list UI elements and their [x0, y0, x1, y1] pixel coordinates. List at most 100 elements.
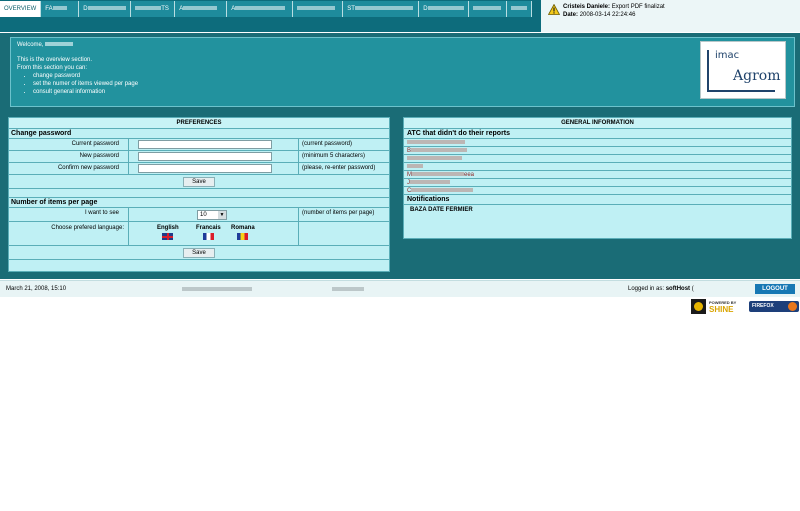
tab-9[interactable] — [469, 1, 508, 17]
firefox-badge-label: FIREFOX — [752, 303, 774, 309]
items-per-page-select[interactable]: 10 ▼ — [197, 210, 227, 220]
tab-1[interactable]: FA — [41, 1, 80, 17]
tab-10[interactable] — [507, 1, 533, 17]
preferences-title: PREFERENCES — [9, 118, 389, 129]
preferences-panel: PREFERENCES Change password Current pass… — [8, 117, 390, 272]
save-preferences-button[interactable]: Save — [183, 248, 215, 258]
welcome-line-1: This is the overview section. — [17, 57, 93, 63]
notice-author: Cristeis Daniele: — [563, 4, 611, 10]
current-password-row: Current password (current password) — [9, 139, 389, 151]
atc-row[interactable] — [404, 155, 791, 163]
tab-3[interactable]: TS — [131, 1, 176, 17]
tab-7-label: ST — [347, 6, 355, 12]
tab-overview[interactable]: OVERVIEW — [0, 1, 42, 17]
atc-row-suffix: eea — [464, 172, 475, 178]
tab-5[interactable]: A — [227, 1, 294, 17]
language-english[interactable]: English — [157, 225, 179, 240]
tab-3-label: TS — [161, 6, 169, 12]
logo-text-bottom: Agrom — [733, 68, 781, 84]
main-content: PREFERENCES Change password Current pass… — [0, 111, 800, 279]
language-label: Choose prefered language: — [51, 225, 124, 231]
top-navigation: OVERVIEW FA D TS A A ST D — [0, 0, 541, 32]
tab-4[interactable]: A — [175, 1, 228, 17]
footer-bar: March 21, 2008, 15:10 Logged in as: soft… — [0, 280, 800, 297]
new-password-label: New password — [79, 153, 119, 159]
tab-7[interactable]: ST — [343, 1, 420, 17]
language-french[interactable]: Francais — [196, 225, 221, 240]
current-password-input[interactable] — [138, 140, 272, 149]
atc-row[interactable] — [404, 139, 791, 147]
notifications-title: Notifications — [404, 195, 791, 205]
tab-bar: OVERVIEW FA D TS A A ST D — [0, 1, 533, 17]
items-per-page-label: I want to see — [84, 210, 119, 216]
tab-2[interactable]: D — [79, 1, 132, 17]
new-password-row: New password (minimum 5 characters) — [9, 151, 389, 163]
notice-date: 2008-03-14 22:24:46 — [579, 12, 636, 18]
redacted-footer-text — [332, 287, 364, 291]
current-password-label: Current password — [71, 141, 119, 147]
firefox-badge[interactable]: FIREFOX — [749, 301, 799, 312]
language-english-label: English — [157, 225, 179, 231]
atc-section-title: ATC that didn't do their reports — [404, 129, 791, 139]
powered-by-shine-badge[interactable]: POWERED BY SHINE — [691, 299, 743, 315]
france-flag-icon — [202, 233, 214, 240]
welcome-item: consult general information — [33, 88, 788, 96]
notice-date-label: Date: — [563, 12, 579, 18]
footer-date: March 21, 2008, 15:10 — [6, 286, 67, 292]
firefox-logo-icon — [788, 302, 797, 311]
confirm-password-input[interactable] — [138, 164, 272, 173]
welcome-greeting: Welcome, — [17, 42, 44, 48]
warning-icon — [548, 4, 560, 15]
new-password-hint: (minimum 5 characters) — [302, 153, 366, 159]
atc-row[interactable]: J — [404, 179, 791, 187]
confirm-password-hint: (please, re-enter password) — [302, 165, 376, 171]
romania-flag-icon — [237, 233, 249, 240]
items-per-page-row: I want to see 10 ▼ (number of items per … — [9, 208, 389, 222]
timac-agrom-logo: imac Agrom — [700, 41, 786, 99]
language-romanian[interactable]: Romana — [231, 225, 255, 240]
tab-8[interactable]: D — [419, 1, 470, 17]
welcome-item: change password — [33, 72, 788, 80]
welcome-greeting-line: Welcome, — [17, 41, 788, 49]
notice-box: Cristeis Daniele: Export PDF finalizat D… — [541, 0, 800, 32]
logo-text-top: imac — [715, 50, 740, 61]
uk-flag-icon — [162, 233, 174, 240]
shine-badge-bottom: SHINE — [709, 305, 734, 314]
logged-in-user-suffix: ( — [691, 286, 694, 292]
chevron-down-icon: ▼ — [218, 211, 226, 219]
language-romanian-label: Romana — [231, 225, 255, 231]
change-password-title: Change password — [9, 129, 389, 139]
redacted-footer-text — [182, 287, 252, 291]
atc-row[interactable]: B — [404, 147, 791, 155]
atc-row[interactable] — [404, 163, 791, 171]
welcome-section: Welcome, This is the overview section. F… — [0, 33, 800, 111]
logout-button[interactable]: LOGOUT — [755, 284, 795, 294]
tab-1-label: FA — [45, 6, 53, 12]
confirm-password-row: Confirm new password (please, re-enter p… — [9, 163, 389, 175]
redacted-username — [45, 42, 74, 47]
logged-in-label: Logged in as: — [628, 286, 665, 292]
notice-message-line: Cristeis Daniele: Export PDF finalizat — [563, 3, 800, 11]
general-information-panel: GENERAL INFORMATION ATC that didn't do t… — [403, 117, 792, 239]
items-save-row: Save — [9, 246, 389, 260]
confirm-password-label: Confirm new password — [57, 165, 119, 171]
password-save-row: Save — [9, 175, 389, 189]
spacer — [9, 189, 389, 198]
notice-message: Export PDF finalizat — [611, 4, 665, 10]
welcome-box: Welcome, This is the overview section. F… — [10, 37, 795, 107]
welcome-item: set the numer of items viewed per page — [33, 80, 788, 88]
tab-6[interactable] — [293, 1, 344, 17]
general-information-title: GENERAL INFORMATION — [404, 118, 791, 129]
logged-in-info: Logged in as: softHost ( — [628, 286, 694, 292]
notification-item[interactable]: BAZA DATE FERMIER — [404, 205, 791, 216]
language-french-label: Francais — [196, 225, 221, 231]
atc-row[interactable]: C — [404, 187, 791, 195]
current-password-hint: (current password) — [302, 141, 353, 147]
atc-row[interactable]: Meea — [404, 171, 791, 179]
items-per-page-title: Number of items per page — [9, 198, 389, 208]
notice-date-line: Date: 2008-03-14 22:24:46 — [563, 11, 800, 19]
new-password-input[interactable] — [138, 152, 272, 161]
save-password-button[interactable]: Save — [183, 177, 215, 187]
items-per-page-value: 10 — [200, 212, 207, 218]
welcome-line-2: From this section you can: — [17, 65, 88, 71]
